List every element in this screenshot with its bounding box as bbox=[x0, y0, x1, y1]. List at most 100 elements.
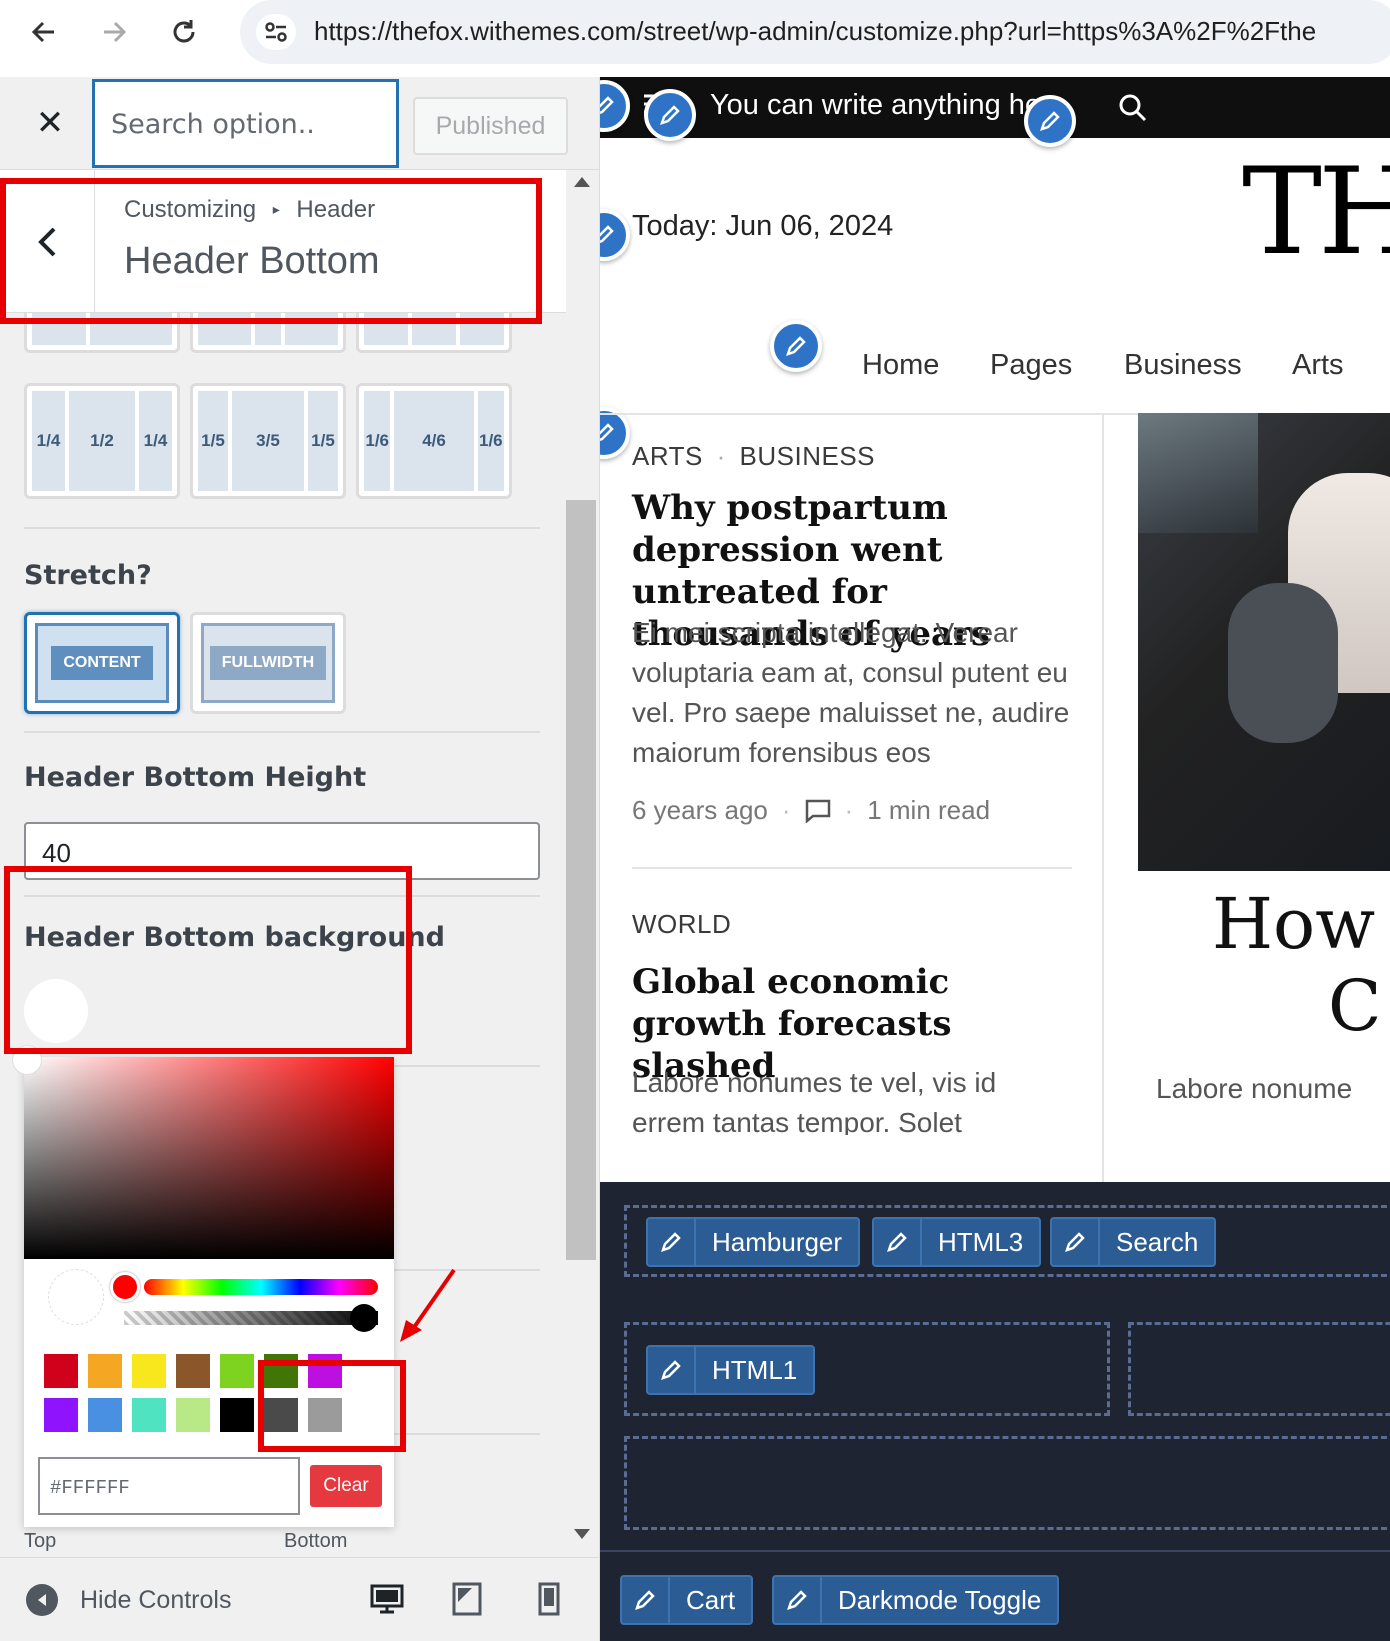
color-swatch[interactable] bbox=[220, 1354, 254, 1388]
edit-pencil-icon[interactable] bbox=[648, 1347, 696, 1393]
widget-cart[interactable]: Cart bbox=[620, 1575, 754, 1625]
customizer-panel: ✕ Search option.. Published Customizing … bbox=[0, 77, 600, 1641]
saturation-handle[interactable] bbox=[12, 1045, 42, 1075]
alpha-slider[interactable] bbox=[124, 1311, 378, 1325]
color-swatch[interactable] bbox=[132, 1354, 166, 1388]
clear-button[interactable]: Clear bbox=[310, 1465, 382, 1507]
menu-item-home[interactable]: Home bbox=[862, 349, 939, 382]
back-arrow-icon[interactable] bbox=[22, 10, 66, 54]
widget-hamburger[interactable]: Hamburger bbox=[646, 1217, 861, 1267]
reload-icon[interactable] bbox=[162, 10, 206, 54]
widget-label: Darkmode Toggle bbox=[838, 1584, 1042, 1615]
alpha-handle[interactable] bbox=[350, 1304, 378, 1332]
site-logo[interactable]: TH bbox=[1242, 143, 1390, 282]
color-swatch[interactable] bbox=[44, 1354, 78, 1388]
scroll-down-icon[interactable] bbox=[574, 1529, 590, 1539]
comment-icon[interactable] bbox=[805, 799, 831, 823]
article-excerpt: Labore nonumes te vel, vis id errem tant… bbox=[632, 1067, 997, 1135]
chevron-left-icon bbox=[38, 227, 56, 256]
color-swatch[interactable] bbox=[132, 1398, 166, 1432]
layout-col: 1/6 bbox=[477, 391, 505, 491]
meta-separator: · bbox=[844, 795, 854, 825]
edit-pencil-icon[interactable] bbox=[622, 1577, 670, 1623]
category-arts[interactable]: ARTS bbox=[632, 441, 703, 471]
collapse-icon[interactable] bbox=[26, 1584, 58, 1616]
bottom-label: Bottom bbox=[284, 1530, 348, 1552]
address-bar[interactable]: https://thefox.withemes.com/street/wp-ad… bbox=[240, 0, 1390, 64]
feature-title[interactable]: How bbox=[1212, 883, 1375, 965]
color-swatch[interactable] bbox=[264, 1398, 298, 1432]
menu-item-pages[interactable]: Pages bbox=[990, 349, 1072, 382]
menu-item-arts[interactable]: Arts bbox=[1292, 349, 1344, 382]
scrollbar-thumb[interactable] bbox=[566, 500, 596, 1260]
layout-col: 1/5 bbox=[198, 391, 228, 491]
height-label: Header Bottom Height bbox=[24, 762, 367, 793]
search-input[interactable]: Search option.. bbox=[92, 79, 399, 168]
builder-divider bbox=[600, 1550, 1390, 1552]
widget-label: HTML3 bbox=[938, 1226, 1024, 1257]
height-input[interactable]: 40 bbox=[24, 822, 540, 880]
color-swatch[interactable] bbox=[308, 1354, 342, 1388]
widget-html3[interactable]: HTML3 bbox=[872, 1217, 1042, 1267]
topbar-text: You can write anything he bbox=[710, 89, 1042, 121]
menu-item-business[interactable]: Business bbox=[1124, 349, 1242, 382]
close-icon[interactable]: ✕ bbox=[28, 101, 72, 145]
stretch-content-option[interactable]: CONTENT bbox=[24, 612, 180, 714]
desktop-preview-icon[interactable] bbox=[370, 1582, 404, 1621]
builder-row-main-right[interactable] bbox=[1128, 1322, 1390, 1416]
edit-pencil-icon[interactable] bbox=[770, 320, 822, 372]
saturation-area[interactable] bbox=[24, 1057, 394, 1259]
edit-pencil-icon[interactable] bbox=[1052, 1219, 1100, 1265]
stretch-fullwidth-option[interactable]: FULLWIDTH bbox=[190, 612, 346, 714]
edit-pencil-icon[interactable] bbox=[648, 1219, 696, 1265]
edit-pencil-icon[interactable] bbox=[874, 1219, 922, 1265]
site-settings-icon[interactable] bbox=[256, 14, 296, 50]
layout-option-quarter-half-quarter[interactable]: 1/4 1/2 1/4 bbox=[24, 383, 180, 499]
forward-arrow-icon[interactable] bbox=[92, 10, 136, 54]
edit-pencil-icon[interactable] bbox=[644, 89, 696, 141]
hide-controls-button[interactable]: Hide Controls bbox=[80, 1586, 231, 1615]
color-swatch[interactable] bbox=[264, 1354, 298, 1388]
category-link[interactable]: ARTS · BUSINESS bbox=[632, 441, 875, 472]
color-swatch[interactable] bbox=[308, 1398, 342, 1432]
layout-option-sixth-foursixth-sixth[interactable]: 1/6 4/6 1/6 bbox=[356, 383, 512, 499]
layout-col: 3/5 bbox=[232, 391, 304, 491]
layout-option-fifth-threefifth-fifth[interactable]: 1/5 3/5 1/5 bbox=[190, 383, 346, 499]
published-button[interactable]: Published bbox=[413, 97, 568, 155]
edit-pencil-icon[interactable] bbox=[774, 1577, 822, 1623]
hue-handle[interactable] bbox=[110, 1272, 140, 1302]
widget-darkmode-toggle[interactable]: Darkmode Toggle bbox=[772, 1575, 1060, 1625]
edit-pencil-icon[interactable] bbox=[1024, 95, 1076, 147]
layout-col: 1/4 bbox=[32, 391, 65, 491]
feature-title-line2[interactable]: C bbox=[1328, 965, 1382, 1047]
color-swatch[interactable] bbox=[88, 1354, 122, 1388]
top-label: Top bbox=[24, 1530, 57, 1552]
feature-image[interactable] bbox=[1138, 413, 1390, 871]
breadcrumb-parent: Header bbox=[296, 196, 376, 223]
color-swatch[interactable] bbox=[176, 1398, 210, 1432]
category-world[interactable]: WORLD bbox=[632, 909, 731, 940]
divider bbox=[24, 527, 540, 529]
seat-shape bbox=[1228, 583, 1338, 743]
layout-col: 1/5 bbox=[308, 391, 338, 491]
category-business[interactable]: BUSINESS bbox=[740, 441, 876, 471]
tablet-preview-icon[interactable] bbox=[452, 1582, 482, 1621]
mobile-preview-icon[interactable] bbox=[538, 1582, 560, 1621]
background-label: Header Bottom background bbox=[24, 922, 445, 953]
search-icon[interactable] bbox=[1118, 93, 1148, 128]
widget-search[interactable]: Search bbox=[1050, 1217, 1217, 1267]
color-swatch[interactable] bbox=[44, 1398, 78, 1432]
builder-row-bottom[interactable] bbox=[624, 1436, 1390, 1530]
url-text: https://thefox.withemes.com/street/wp-ad… bbox=[314, 16, 1317, 46]
scroll-up-icon[interactable] bbox=[574, 177, 590, 187]
color-preview-swatch[interactable] bbox=[24, 979, 88, 1043]
widget-html1[interactable]: HTML1 bbox=[646, 1345, 816, 1395]
hue-slider[interactable] bbox=[144, 1279, 378, 1295]
color-swatch[interactable] bbox=[220, 1398, 254, 1432]
color-swatch[interactable] bbox=[176, 1354, 210, 1388]
back-button[interactable] bbox=[0, 170, 95, 313]
edit-pencil-icon[interactable] bbox=[600, 209, 630, 261]
customizer-footer: Hide Controls bbox=[0, 1557, 599, 1641]
color-swatch[interactable] bbox=[88, 1398, 122, 1432]
hex-input[interactable]: #FFFFFF bbox=[38, 1457, 300, 1515]
